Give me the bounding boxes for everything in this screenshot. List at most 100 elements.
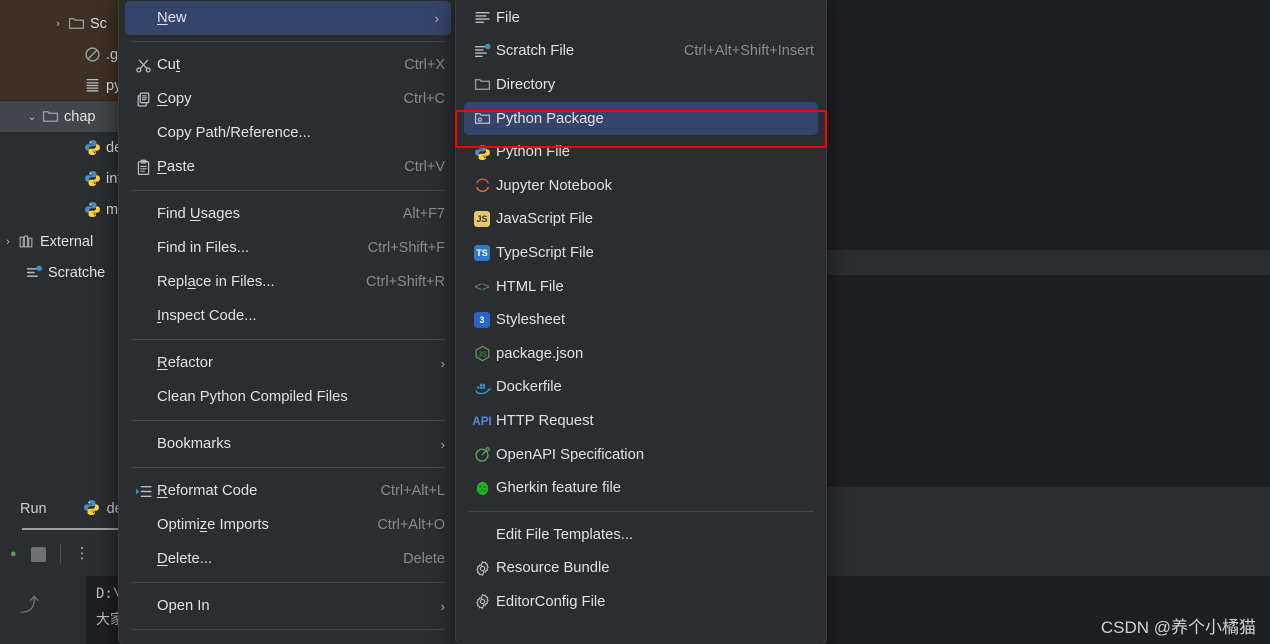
submenu-item-jupyter-notebook[interactable]: Jupyter Notebook xyxy=(456,169,826,203)
console-gutter xyxy=(0,576,86,644)
menu-item-shortcut: Ctrl+X xyxy=(404,57,445,73)
menu-item-label: Copy xyxy=(157,91,192,107)
menu-item-reformat-code[interactable]: Reformat Code Ctrl+Alt+L xyxy=(119,474,457,508)
gherkin-icon xyxy=(474,480,491,497)
menu-item-refactor[interactable]: Refactor › xyxy=(119,346,457,380)
text-file-icon xyxy=(84,77,101,94)
submenu-item-label: Directory xyxy=(496,76,556,93)
menu-item-label: Copy Path/Reference... xyxy=(157,125,311,141)
menu-item-inspect-code[interactable]: Inspect Code... xyxy=(119,299,457,333)
menu-item-shortcut: Ctrl+C xyxy=(403,91,446,107)
menu-item-shortcut: Alt+F7 xyxy=(402,206,445,222)
submenu-item-package-json[interactable]: JS package.json xyxy=(456,337,826,371)
gear-icon xyxy=(474,593,491,610)
menu-item-clean-python-compiled-files[interactable]: Clean Python Compiled Files xyxy=(119,380,457,414)
menu-item-optimize-imports[interactable]: Optimize Imports Ctrl+Alt+O xyxy=(119,508,457,542)
stop-icon[interactable] xyxy=(30,546,46,562)
submenu-item-dockerfile[interactable]: Dockerfile xyxy=(456,371,826,405)
api-icon: API xyxy=(472,415,492,428)
submenu-item-label: Resource Bundle xyxy=(496,560,610,577)
scissors-icon xyxy=(129,57,157,74)
gear-icon xyxy=(474,560,491,577)
folder-icon xyxy=(468,76,496,93)
submenu-item-directory[interactable]: Directory xyxy=(456,68,826,102)
menu-item-label: Delete... xyxy=(157,551,213,567)
submenu-item-scratch-file[interactable]: Scratch File Ctrl+Alt+Shift+Insert xyxy=(456,35,826,69)
javascript-icon: JS xyxy=(474,211,490,228)
gitignore-icon xyxy=(84,46,101,63)
submenu-item-edit-file-templates[interactable]: Edit File Templates... xyxy=(456,518,826,552)
menu-item-shortcut: Ctrl+Shift+F xyxy=(367,240,445,256)
rerun-arrow-icon[interactable]: ⤴ xyxy=(20,590,39,617)
submenu-item-label: HTML File xyxy=(496,278,564,295)
menu-item-find-in-files[interactable]: Find in Files... Ctrl+Shift+F xyxy=(119,231,457,265)
tree-item-label: External xyxy=(40,233,94,250)
docker-icon xyxy=(468,379,496,396)
nodejs-icon: JS xyxy=(474,345,491,362)
typescript-icon: TS xyxy=(468,244,496,261)
docker-icon xyxy=(474,379,491,396)
submenu-item-gherkin-feature-file[interactable]: Gherkin feature file xyxy=(456,471,826,505)
menu-item-find-usages[interactable]: Find Usages Alt+F7 xyxy=(119,197,457,231)
submenu-item-label: Dockerfile xyxy=(496,379,562,396)
chevron-right-icon: › xyxy=(434,10,439,26)
scratch-icon xyxy=(26,264,43,281)
submenu-item-label: File xyxy=(496,9,520,26)
submenu-item-stylesheet[interactable]: 3 Stylesheet xyxy=(456,303,826,337)
submenu-item-label: Python Package xyxy=(496,110,604,127)
menu-item-label: Find Usages xyxy=(157,206,241,222)
menu-item-bookmarks[interactable]: Bookmarks › xyxy=(119,427,457,461)
menu-item-label: Refactor xyxy=(157,355,213,371)
chevron-right-icon: › xyxy=(440,355,445,371)
chevron-down-icon[interactable]: ⌄ xyxy=(24,110,40,123)
menu-item-shortcut: Ctrl+Shift+R xyxy=(366,274,445,290)
jupyter-icon xyxy=(474,177,491,194)
kebab-menu-icon[interactable]: ⋮ xyxy=(75,546,90,561)
openapi-icon xyxy=(468,446,496,463)
chevron-right-icon[interactable]: › xyxy=(50,18,66,30)
copy-icon xyxy=(135,91,152,108)
submenu-item-javascript-file[interactable]: JS JavaScript File xyxy=(456,203,826,237)
menu-item-delete[interactable]: Delete... Delete xyxy=(119,542,457,576)
jupyter-icon xyxy=(468,177,496,194)
reformat-icon xyxy=(135,483,152,500)
submenu-item-python-file[interactable]: Python File xyxy=(456,135,826,169)
submenu-item-file[interactable]: File xyxy=(456,1,826,35)
run-tab[interactable]: Run xyxy=(4,501,47,517)
submenu-item-python-package[interactable]: Python Package xyxy=(464,101,818,136)
menu-item-replace-in-files[interactable]: Replace in Files... Ctrl+Shift+R xyxy=(119,265,457,299)
submenu-item-typescript-file[interactable]: TS TypeScript File xyxy=(456,236,826,270)
javascript-icon: JS xyxy=(468,211,496,228)
python-icon xyxy=(82,170,102,187)
reformat-icon xyxy=(129,483,157,500)
python-icon xyxy=(84,139,101,156)
submenu-item-editorconfig-file[interactable]: EditorConfig File xyxy=(456,585,826,619)
submenu-item-openapi-specification[interactable]: OpenAPI Specification xyxy=(456,438,826,472)
folder-icon xyxy=(40,108,60,125)
submenu-item-label: Python File xyxy=(496,144,571,161)
submenu-item-http-request[interactable]: API HTTP Request xyxy=(456,404,826,438)
menu-item-paste[interactable]: Paste Ctrl+V xyxy=(119,150,457,184)
menu-item-open-in[interactable]: Open In › xyxy=(119,589,457,623)
copy-icon xyxy=(129,91,157,108)
menu-item-new[interactable]: New › xyxy=(125,1,451,35)
menu-item-copy[interactable]: Copy Ctrl+C xyxy=(119,82,457,116)
chevron-right-icon[interactable]: › xyxy=(0,236,16,248)
html-icon: <> xyxy=(474,279,490,295)
gitignore-icon xyxy=(82,46,102,63)
submenu-separator xyxy=(468,510,814,512)
menu-item-cut[interactable]: Cut Ctrl+X xyxy=(119,48,457,82)
submenu-item-resource-bundle[interactable]: Resource Bundle xyxy=(456,552,826,586)
menu-separator xyxy=(131,339,445,340)
submenu-item-html-file[interactable]: <> HTML File xyxy=(456,270,826,304)
gherkin-icon xyxy=(468,480,496,497)
clipboard-icon xyxy=(129,159,157,176)
run-tab-label: Run xyxy=(20,501,47,517)
submenu-item-label: Scratch File xyxy=(496,43,575,60)
menu-item-copy-path-reference[interactable]: Copy Path/Reference... xyxy=(119,116,457,150)
python-icon xyxy=(83,499,100,520)
chevron-right-icon: › xyxy=(440,436,445,452)
submenu-item-shortcut: Ctrl+Alt+Shift+Insert xyxy=(683,43,814,60)
run-status-dot: ● xyxy=(10,548,17,560)
library-icon xyxy=(18,233,35,250)
